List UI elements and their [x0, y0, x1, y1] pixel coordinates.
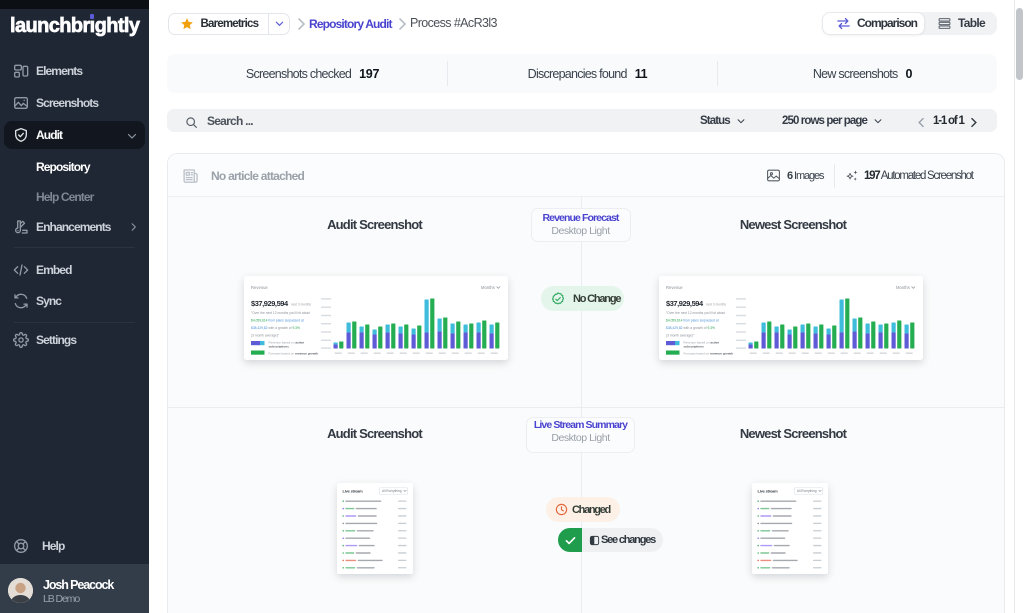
svg-text:Revenue: Revenue [251, 285, 268, 290]
svg-text:Forecast based on revenue grow: Forecast based on revenue growth [684, 352, 734, 356]
svg-text:$38,429,82 with a growth of 9.: $38,429,82 with a growth of 9.3% [251, 326, 300, 330]
svg-text:subscriptions: subscriptions [269, 345, 290, 349]
svg-text:Revenue: Revenue [666, 285, 683, 290]
svg-text:$38,429,82 with a growth of 9.: $38,429,82 with a growth of 9.3% [666, 326, 715, 330]
svg-text:(3 month average)": (3 month average)" [666, 334, 695, 338]
svg-text:Live stream: Live stream [758, 489, 779, 494]
svg-text:$4,059,614 from plans surpasse: $4,059,614 from plans surpassed at [666, 319, 719, 323]
svg-text:subscriptions: subscriptions [684, 345, 705, 349]
svg-text:$4,059,614 from plans surpasse: $4,059,614 from plans surpassed at [251, 319, 304, 323]
svg-text:All Everything: All Everything [797, 489, 817, 493]
svg-text:Months: Months [896, 285, 910, 290]
svg-text:$37,929,594: $37,929,594 [251, 299, 289, 308]
svg-text:$37,929,594: $37,929,594 [666, 299, 704, 308]
svg-text:"Over the next 12 months you'l: "Over the next 12 months you'll hit abou… [251, 311, 310, 315]
svg-text:"Over the next 12 months you'l: "Over the next 12 months you'll hit abou… [666, 311, 725, 315]
svg-text:Months: Months [481, 285, 495, 290]
svg-text:next 3 months: next 3 months [706, 303, 726, 307]
svg-text:Forecast based on revenue grow: Forecast based on revenue growth [269, 352, 319, 356]
svg-text:(3 month average)": (3 month average)" [251, 334, 280, 338]
svg-text:All Everything: All Everything [382, 489, 402, 493]
svg-text:Live stream: Live stream [343, 489, 364, 494]
svg-text:next 3 months: next 3 months [291, 303, 311, 307]
